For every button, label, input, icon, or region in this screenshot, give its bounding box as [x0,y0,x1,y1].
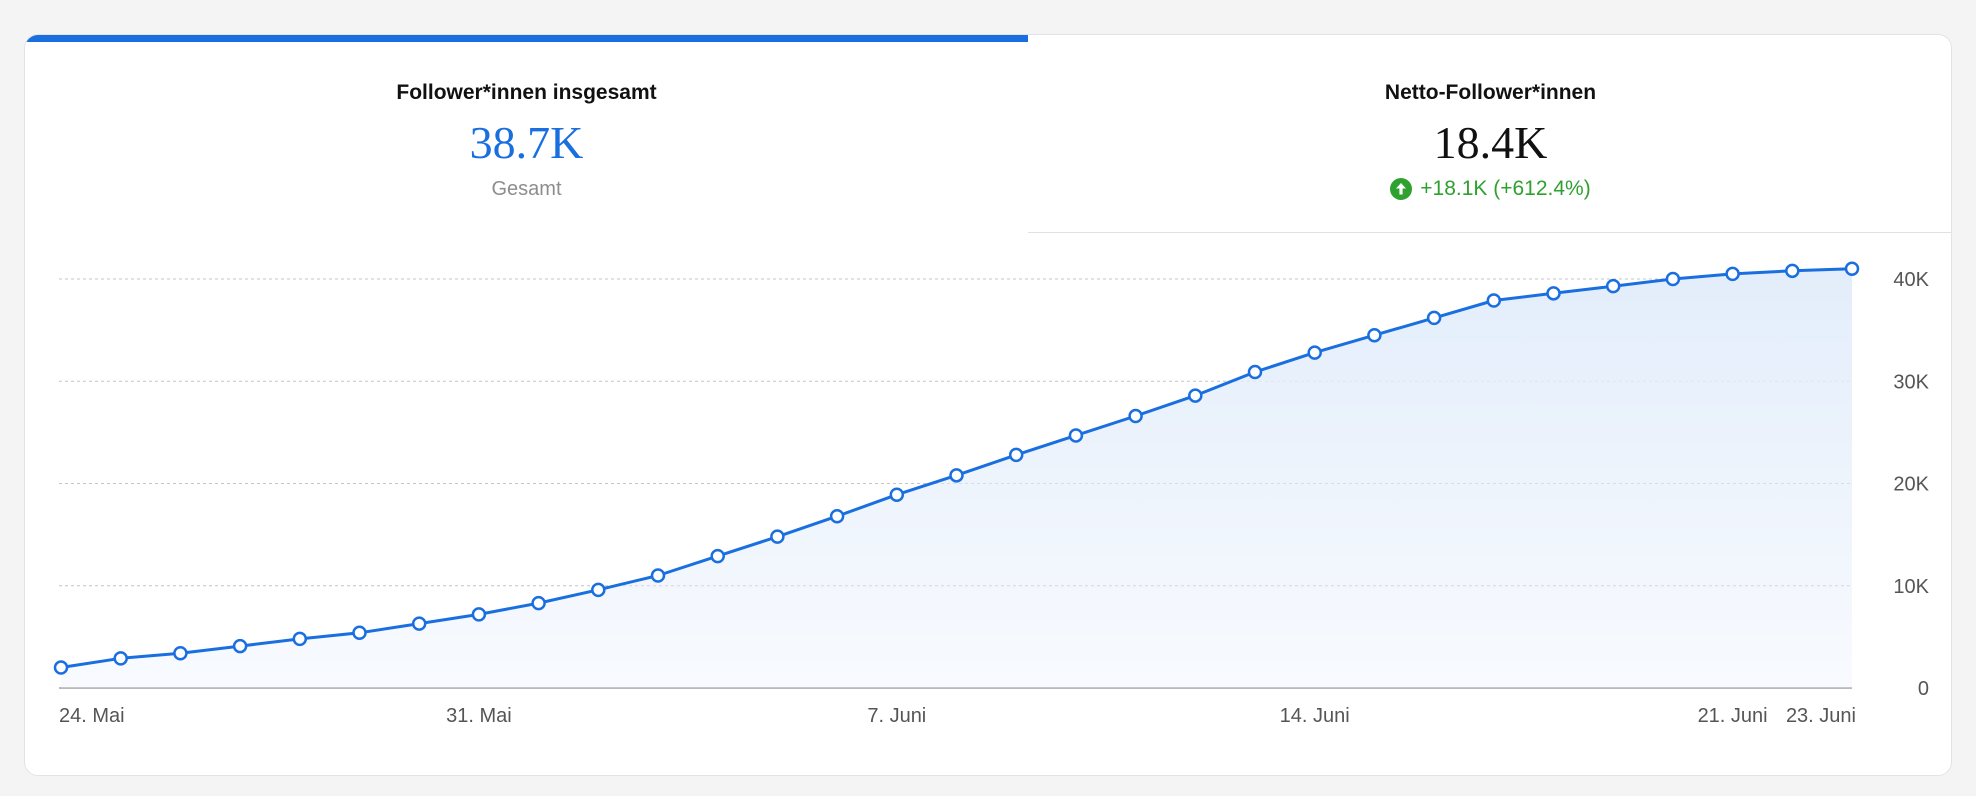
x-tick-label: 21. Juni [1698,705,1768,727]
data-point[interactable] [1605,278,1621,294]
y-tick-label: 30K [1893,371,1929,393]
data-point[interactable] [411,616,427,631]
data-point[interactable] [1426,310,1442,326]
data-point[interactable] [531,595,546,611]
data-point[interactable] [1785,263,1800,279]
data-point[interactable] [1128,408,1143,424]
x-tick-label: 24. Mai [59,705,125,727]
x-tick-label: 23. Juni [1786,705,1856,727]
data-point[interactable] [1247,364,1263,380]
data-point[interactable] [829,508,845,524]
data-point[interactable] [232,638,248,654]
data-point[interactable] [1307,345,1322,360]
data-point[interactable] [1725,266,1740,282]
data-point[interactable] [173,645,188,661]
data-point[interactable] [889,487,905,502]
data-point[interactable] [1546,286,1561,301]
y-tick-label: 10K [1893,576,1929,598]
data-point[interactable] [1068,428,1084,443]
x-tick-label: 31. Mai [446,705,512,727]
data-point[interactable] [1844,261,1860,277]
x-tick-label: 7. Juni [867,705,926,727]
data-point[interactable] [770,529,785,544]
data-point[interactable] [710,548,725,564]
data-point[interactable] [1486,293,1502,308]
data-point[interactable] [352,625,367,641]
data-point[interactable] [1665,271,1681,287]
data-point[interactable] [591,582,606,598]
data-point[interactable] [650,568,666,583]
y-tick-label: 20K [1893,474,1929,496]
data-point[interactable] [53,660,69,675]
x-tick-label: 14. Juni [1280,705,1350,727]
data-point[interactable] [471,607,487,622]
followers-card: Follower*innen insgesamt 38.7K Gesamt Ne… [24,34,1952,776]
data-point[interactable] [1008,447,1024,463]
followers-line-chart: 0 10K 20K 30K 40K 24. Mai 31. Mai 7. Juni 14. Ju… [53,261,1930,727]
data-point[interactable] [113,651,128,666]
data-point[interactable] [1367,327,1382,343]
data-point[interactable] [949,468,964,483]
y-tick-label: 40K [1893,269,1929,291]
data-point[interactable] [1188,388,1203,403]
y-tick-label: 0 [1918,678,1929,700]
data-point[interactable] [292,631,308,647]
